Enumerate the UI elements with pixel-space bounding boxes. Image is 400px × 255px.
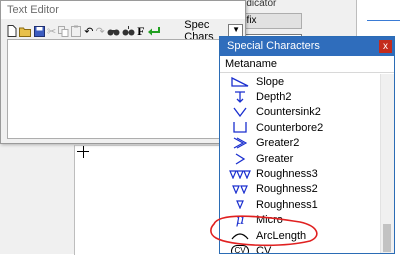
cv-glyph: CV bbox=[231, 244, 249, 253]
list-item-label: Countersink2 bbox=[256, 106, 321, 119]
text-edit-area[interactable] bbox=[7, 39, 241, 139]
list-item-roughness2[interactable]: Roughness2 bbox=[220, 182, 381, 197]
special-characters-list: Slope Depth2 Countersink2 Counterbore2 G… bbox=[220, 74, 381, 253]
slope-icon bbox=[228, 75, 252, 89]
find-icon[interactable] bbox=[107, 24, 120, 38]
redo-icon[interactable]: ↷ bbox=[95, 24, 104, 38]
drawing-canvas[interactable] bbox=[74, 145, 225, 255]
roughness1-icon bbox=[228, 198, 252, 212]
list-item-label: Counterbore2 bbox=[256, 121, 324, 134]
countersink-icon bbox=[228, 105, 252, 119]
counterbore-icon bbox=[228, 121, 252, 135]
list-item-depth2[interactable]: Depth2 bbox=[220, 89, 381, 104]
list-item-label: CV bbox=[256, 244, 272, 253]
arclength-icon bbox=[228, 229, 252, 243]
special-characters-title: Special Characters x bbox=[220, 37, 394, 56]
micro-icon: μ bbox=[235, 212, 245, 228]
cut-icon[interactable]: ✂ bbox=[47, 24, 56, 38]
list-item-counterbore2[interactable]: Counterbore2 bbox=[220, 120, 381, 135]
vertical-scrollbar[interactable] bbox=[380, 74, 394, 253]
insert-icon[interactable] bbox=[147, 24, 161, 38]
paste-icon[interactable] bbox=[71, 24, 82, 38]
open-icon[interactable] bbox=[19, 24, 32, 38]
cv-icon: CV bbox=[228, 244, 252, 253]
special-characters-window: Special Characters x Metaname Slope Dept… bbox=[219, 36, 395, 254]
list-item-label: Roughness2 bbox=[256, 183, 318, 196]
text-editor-title: Text Editor bbox=[1, 1, 245, 19]
list-item-label: Greater bbox=[256, 152, 294, 165]
list-item-greater[interactable]: Greater bbox=[220, 151, 381, 166]
list-item-label: Micro bbox=[256, 214, 283, 227]
list-item-cv[interactable]: CV CV bbox=[220, 243, 381, 253]
close-button[interactable]: x bbox=[379, 40, 392, 53]
crosshair-cursor bbox=[83, 146, 84, 158]
save-icon[interactable] bbox=[34, 24, 45, 38]
background-tab[interactable]: bfix bbox=[238, 13, 302, 29]
list-item-label: Depth2 bbox=[256, 91, 292, 104]
background-line bbox=[367, 20, 400, 21]
replace-icon[interactable] bbox=[122, 24, 135, 38]
list-item-label: ArcLength bbox=[256, 229, 307, 242]
roughness3-icon bbox=[228, 167, 252, 181]
column-header-metaname[interactable]: Metaname bbox=[220, 56, 394, 73]
font-icon[interactable]: F bbox=[137, 24, 146, 38]
list-item-label: Roughness3 bbox=[256, 168, 318, 181]
text-editor-toolbar: ✂ ↶ ↷ F Spec Chars ▼ bbox=[7, 19, 244, 43]
list-item-greater2[interactable]: Greater2 bbox=[220, 136, 381, 151]
list-item-label: Roughness1 bbox=[256, 198, 318, 211]
greater2-icon bbox=[228, 136, 252, 150]
list-item-slope[interactable]: Slope bbox=[220, 74, 381, 89]
text-editor-window: Text Editor ✂ ↶ ↷ F Spec Chars ▼ bbox=[0, 0, 246, 144]
list-item-roughness3[interactable]: Roughness3 bbox=[220, 166, 381, 181]
list-item-arclength[interactable]: ArcLength bbox=[220, 228, 381, 243]
roughness2-icon bbox=[228, 182, 252, 196]
greater-icon bbox=[228, 152, 252, 166]
copy-icon[interactable] bbox=[58, 24, 69, 38]
list-item-micro[interactable]: μ Micro bbox=[220, 213, 381, 228]
list-item-label: Slope bbox=[256, 75, 285, 88]
crosshair-cursor-h bbox=[77, 151, 89, 152]
new-icon[interactable] bbox=[7, 24, 17, 38]
list-item-countersink2[interactable]: Countersink2 bbox=[220, 105, 381, 120]
scrollbar-thumb[interactable] bbox=[383, 224, 391, 252]
list-item-label: Greater2 bbox=[256, 137, 300, 150]
special-characters-title-text: Special Characters bbox=[227, 40, 320, 52]
undo-icon[interactable]: ↶ bbox=[84, 24, 93, 38]
chevron-down-icon: ▼ bbox=[232, 25, 241, 34]
depth-icon bbox=[228, 90, 252, 104]
list-item-roughness1[interactable]: Roughness1 bbox=[220, 197, 381, 212]
